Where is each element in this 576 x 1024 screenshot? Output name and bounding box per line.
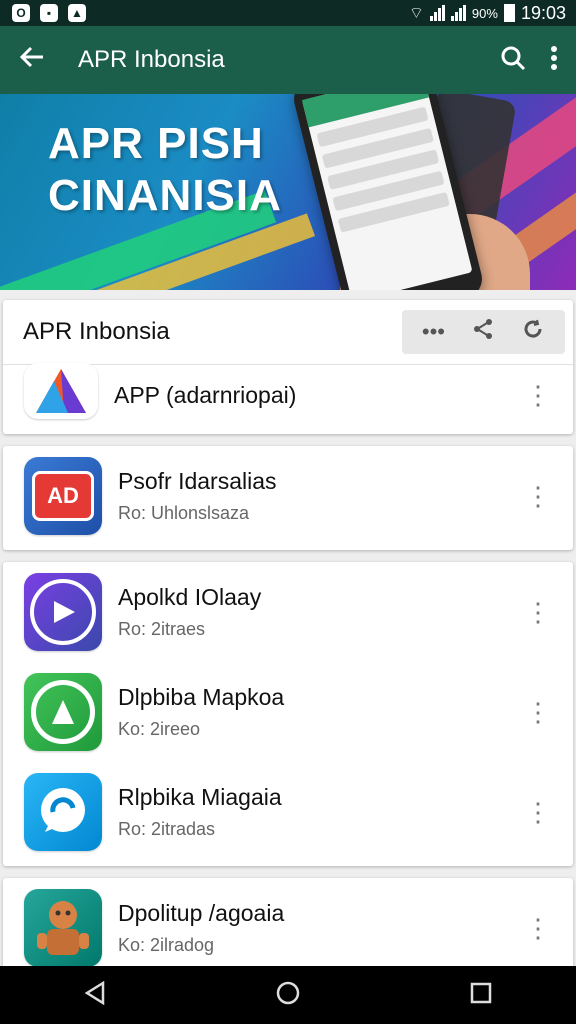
status-bar: O ▪ ▲ ⌔ 90% 19:03 (0, 0, 576, 26)
more-vertical-icon[interactable]: ⋮ (525, 382, 551, 408)
app-subtitle: Ro: Uhlonslsaza (118, 503, 250, 523)
card-actions: ••• (401, 310, 565, 354)
app-icon-ad: AD (24, 457, 102, 535)
card-title: APR Inbonsia (23, 318, 170, 345)
wifi-icon: ⌔ (408, 5, 424, 22)
overflow-menu-icon[interactable] (550, 45, 558, 76)
list-item[interactable]: Dlpbiba Mapkoa Ko: 2ireeo ⋮ (3, 662, 573, 762)
list-item[interactable]: AD Psofr Idarsalias Ro: Uhlonslsaza ⋮ (3, 446, 573, 546)
app-icon-play (24, 573, 102, 651)
list-card: AD Psofr Idarsalias Ro: Uhlonslsaza ⋮ (3, 446, 573, 550)
app-icon-triangle (24, 363, 98, 419)
refresh-icon[interactable] (521, 317, 545, 347)
signal-icon-2 (450, 5, 466, 21)
back-arrow-icon[interactable] (0, 44, 64, 77)
more-vertical-icon[interactable]: ⋮ (525, 599, 551, 625)
featured-card: APR Inbonsia ••• APP (adarnriopai) ⋮ (3, 300, 573, 434)
banner-headline: APR PISH CINANISIA (48, 118, 282, 222)
list-item[interactable]: Dpolitup /agoaia Ko: 2ilradog ⋮ (3, 878, 573, 978)
nav-home-icon[interactable] (275, 980, 301, 1011)
battery-level: 90% (471, 5, 498, 21)
app-bar: APR Inbonsia (0, 26, 576, 94)
app-name: Dlpbiba Mapkoa (118, 684, 285, 710)
battery-icon (503, 4, 515, 22)
app-icon-map (24, 673, 102, 751)
app-subtitle: Ko: 2ireeo (118, 719, 201, 739)
clock: 19:03 (520, 2, 566, 23)
list-item[interactable]: Rlpbika Miagaia Ro: 2itradas ⋮ (3, 762, 573, 862)
more-horizontal-icon[interactable]: ••• (422, 319, 445, 345)
page-title: APR Inbonsia (78, 46, 225, 73)
more-vertical-icon[interactable]: ⋮ (525, 483, 551, 509)
image-notification-icon: ▲ (68, 4, 86, 22)
list-item[interactable]: APP (adarnriopai) ⋮ (3, 363, 573, 425)
app-subtitle: Ko: 2ilradog (118, 935, 215, 955)
app-subtitle: Ro: 2itraes (118, 619, 206, 639)
signal-icon (429, 5, 445, 21)
app-name: APP (adarnriopai) (114, 381, 297, 408)
app-name: Rlpbika Miagaia (118, 784, 282, 810)
system-nav-bar (0, 966, 576, 1024)
more-vertical-icon[interactable]: ⋮ (525, 699, 551, 725)
list-item[interactable]: Apolkd IOlaay Ro: 2itraes ⋮ (3, 562, 573, 662)
promo-banner[interactable]: APR PISH CINANISIA (0, 94, 576, 290)
nav-back-icon[interactable] (84, 980, 106, 1010)
app-icon-chat (24, 773, 102, 851)
app-name: Apolkd IOlaay (118, 584, 262, 610)
message-notification-icon: ▪ (40, 4, 58, 22)
app-subtitle: Ro: 2itradas (118, 819, 216, 839)
list-card: Dpolitup /agoaia Ko: 2ilradog ⋮ (3, 878, 573, 978)
app-icon-robot (24, 889, 102, 967)
banner-line-1: APR PISH (48, 119, 264, 168)
app-name: Psofr Idarsalias (118, 468, 277, 494)
more-vertical-icon[interactable]: ⋮ (525, 799, 551, 825)
list-card: Apolkd IOlaay Ro: 2itraes ⋮ Dlpbiba Mapk… (3, 562, 573, 866)
share-icon[interactable] (471, 317, 495, 347)
app-name: Dpolitup /agoaia (118, 900, 285, 926)
more-vertical-icon[interactable]: ⋮ (525, 915, 551, 941)
nav-recents-icon[interactable] (470, 982, 492, 1009)
search-icon[interactable] (500, 45, 526, 76)
banner-line-2: CINANISIA (48, 171, 282, 220)
app-notification-icon: O (12, 4, 30, 22)
